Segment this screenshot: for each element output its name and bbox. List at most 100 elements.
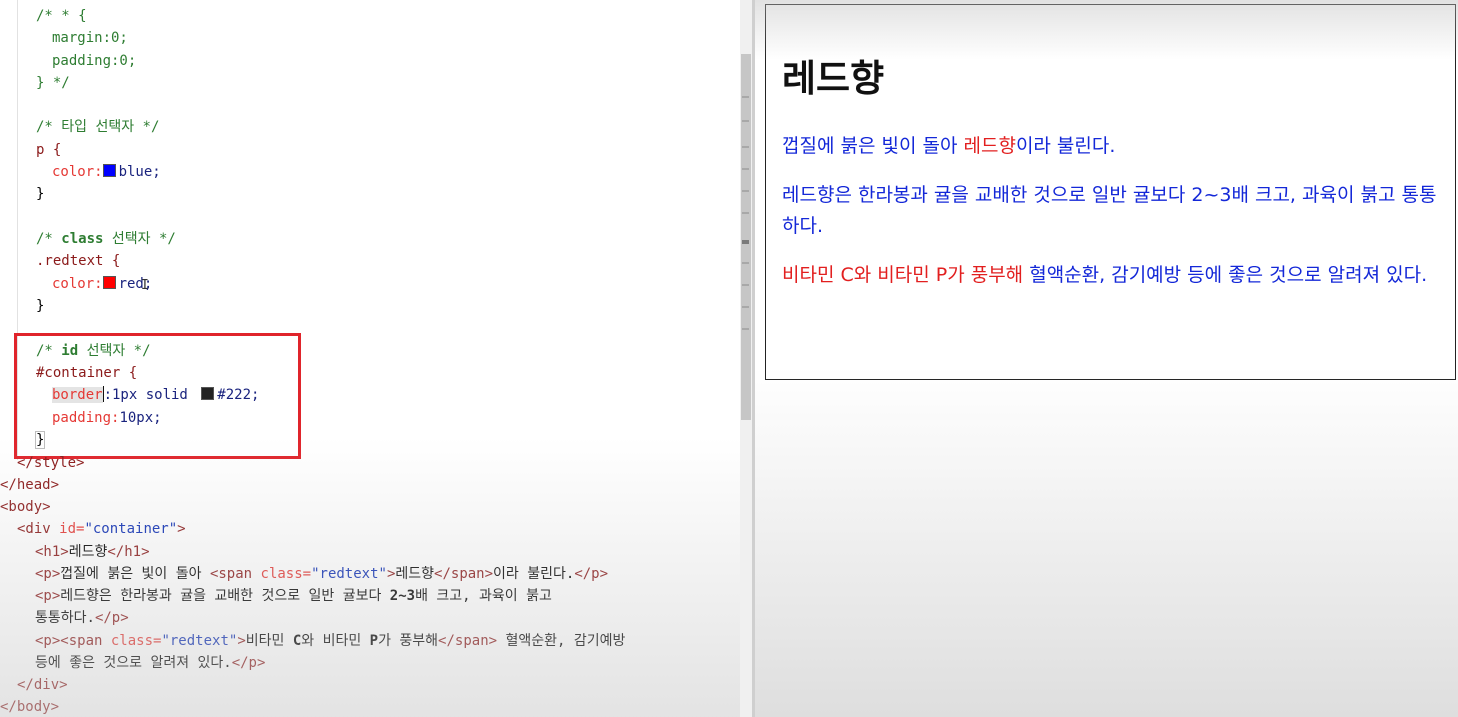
html-tag: </p> — [94, 610, 129, 626]
red-text: 레드향 — [963, 135, 1016, 158]
color-swatch-blue[interactable] — [102, 164, 116, 177]
html-text: 레드향은 한라봉과 귤을 교배한 것으로 일반 귤보다 — [60, 588, 390, 604]
paragraph-1: 껍질에 붉은 빛이 돌아 레드향이라 불린다. — [782, 131, 1439, 162]
code-comment: } */ — [36, 75, 70, 91]
code-line[interactable]: color: red; — [52, 273, 152, 295]
page-heading: 레드향 — [782, 57, 885, 100]
code-line[interactable]: </style> — [17, 452, 84, 474]
code-comment: /* * { — [36, 8, 87, 24]
scroll-marker — [742, 284, 749, 286]
paragraph-text: 껍질에 붉은 빛이 돌아 — [782, 135, 964, 158]
css-property: color: — [52, 276, 103, 292]
html-tag: </head> — [0, 477, 60, 493]
scroll-marker — [742, 212, 749, 214]
code-brace: } — [36, 298, 45, 314]
code-line[interactable]: } — [36, 183, 44, 205]
html-tag: </span> — [438, 633, 498, 649]
html-tag: > — [237, 633, 246, 649]
html-attr-value: "container" — [84, 521, 178, 537]
code-line[interactable]: /* * { — [36, 5, 87, 27]
html-tag: </style> — [17, 455, 85, 471]
code-line[interactable]: <body> — [0, 496, 51, 518]
editor-scrollbar[interactable] — [740, 0, 752, 717]
code-brace: } — [36, 186, 45, 202]
html-tag: </p> — [231, 655, 266, 671]
code-comment: class — [61, 231, 104, 247]
html-text: 와 비타민 — [301, 633, 370, 649]
code-line[interactable]: .redtext { — [36, 250, 120, 272]
html-tag: <p> — [35, 588, 61, 604]
code-editor[interactable]: /* * { margin:0; padding:0; } */ /* 타입 선… — [0, 0, 740, 717]
css-property: color: — [52, 164, 103, 180]
css-selector: .redtext { — [36, 253, 121, 269]
code-line[interactable]: <p>껍질에 붉은 빛이 돌아 <span class="redtext">레드… — [35, 563, 608, 585]
code-line[interactable]: /* 타입 선택자 */ — [36, 116, 159, 138]
code-line[interactable]: </div> — [17, 674, 68, 696]
code-line[interactable]: margin:0; — [52, 27, 128, 49]
text-cursor-icon: I — [141, 278, 149, 293]
code-line[interactable]: color: blue; — [52, 161, 161, 183]
html-text: 이라 불린다. — [493, 566, 575, 582]
html-text: 레드향 — [68, 544, 108, 560]
html-attribute: class= — [260, 566, 312, 582]
css-selector: p { — [36, 142, 62, 158]
container-box: 레드향 껍질에 붉은 빛이 돌아 레드향이라 불린다. 레드향은 한라봉과 귤을… — [765, 4, 1456, 380]
code-line[interactable]: } */ — [36, 72, 70, 94]
code-comment: margin:0; — [52, 30, 128, 46]
html-text: 배 크고, 과육이 붉고 — [415, 588, 552, 604]
html-text: 2~3 — [389, 588, 416, 604]
code-line[interactable]: <h1>레드향</h1> — [35, 541, 150, 563]
code-comment: 선택자 */ — [103, 231, 176, 247]
html-text: 통통하다. — [35, 610, 95, 626]
html-tag: <p> — [35, 566, 61, 582]
code-line[interactable]: 등에 좋은 것으로 알려져 있다.</p> — [35, 652, 265, 674]
html-tag: <span — [60, 633, 111, 649]
html-attribute: class= — [110, 633, 162, 649]
html-text: 비타민 — [245, 633, 293, 649]
code-line[interactable]: </head> — [0, 474, 59, 496]
color-swatch-red[interactable] — [102, 276, 116, 289]
code-line[interactable]: p { — [36, 139, 61, 161]
scroll-marker — [742, 190, 749, 192]
code-comment: padding:0; — [52, 53, 137, 69]
code-line[interactable]: <p>레드향은 한라봉과 귤을 교배한 것으로 일반 귤보다 2~3배 크고, … — [35, 585, 552, 607]
code-line[interactable]: </body> — [0, 696, 59, 717]
code-line[interactable]: <div id="container"> — [17, 518, 186, 540]
paragraph-3: 비타민 C와 비타민 P가 풍부해 혈액순환, 감기예방 등에 좋은 것으로 알… — [782, 260, 1439, 291]
html-tag: <span — [209, 566, 261, 582]
paragraph-text: 이라 불린다. — [1015, 135, 1116, 158]
html-attribute: id= — [59, 521, 85, 537]
scroll-marker — [742, 306, 749, 308]
scroll-marker — [742, 120, 749, 122]
code-line[interactable]: } — [36, 295, 44, 317]
scroll-marker — [742, 328, 749, 330]
paragraph-text: 혈액순환, 감기예방 등에 좋은 것으로 알려져 있다. — [1023, 264, 1428, 287]
scrollbar-thumb[interactable] — [741, 54, 751, 420]
red-text: 비타민 C와 비타민 P가 풍부해 — [782, 264, 1024, 287]
code-line[interactable]: padding:0; — [52, 50, 136, 72]
highlight-box — [14, 333, 301, 459]
html-tag: </body> — [0, 699, 60, 715]
html-tag: <p> — [35, 633, 61, 649]
html-text: 레드향 — [395, 566, 435, 582]
scroll-marker — [742, 168, 749, 170]
code-line[interactable]: /* class 선택자 */ — [36, 228, 176, 250]
html-tag: </div> — [17, 677, 68, 693]
html-text: 가 풍부해 — [378, 633, 439, 649]
scroll-marker — [742, 240, 749, 244]
html-text: P — [369, 633, 379, 649]
html-text: C — [292, 633, 302, 649]
scroll-marker — [742, 262, 749, 264]
code-line[interactable]: <p><span class="redtext">비타민 C와 비타민 P가 풍… — [35, 630, 625, 652]
html-tag: <div — [17, 521, 60, 537]
html-text: 등에 좋은 것으로 알려져 있다. — [35, 655, 232, 671]
code-line[interactable]: 통통하다.</p> — [35, 607, 129, 629]
scroll-marker — [742, 146, 749, 148]
html-tag: > — [177, 521, 186, 537]
html-attr-value: "redtext" — [311, 566, 387, 582]
browser-preview: 레드향 껍질에 붉은 빛이 돌아 레드향이라 불린다. 레드향은 한라봉과 귤을… — [755, 0, 1458, 717]
html-tag: <h1> — [35, 544, 69, 560]
html-text: 껍질에 붉은 빛이 돌아 — [60, 566, 210, 582]
html-tag: </p> — [574, 566, 609, 582]
html-tag: </h1> — [107, 544, 150, 560]
